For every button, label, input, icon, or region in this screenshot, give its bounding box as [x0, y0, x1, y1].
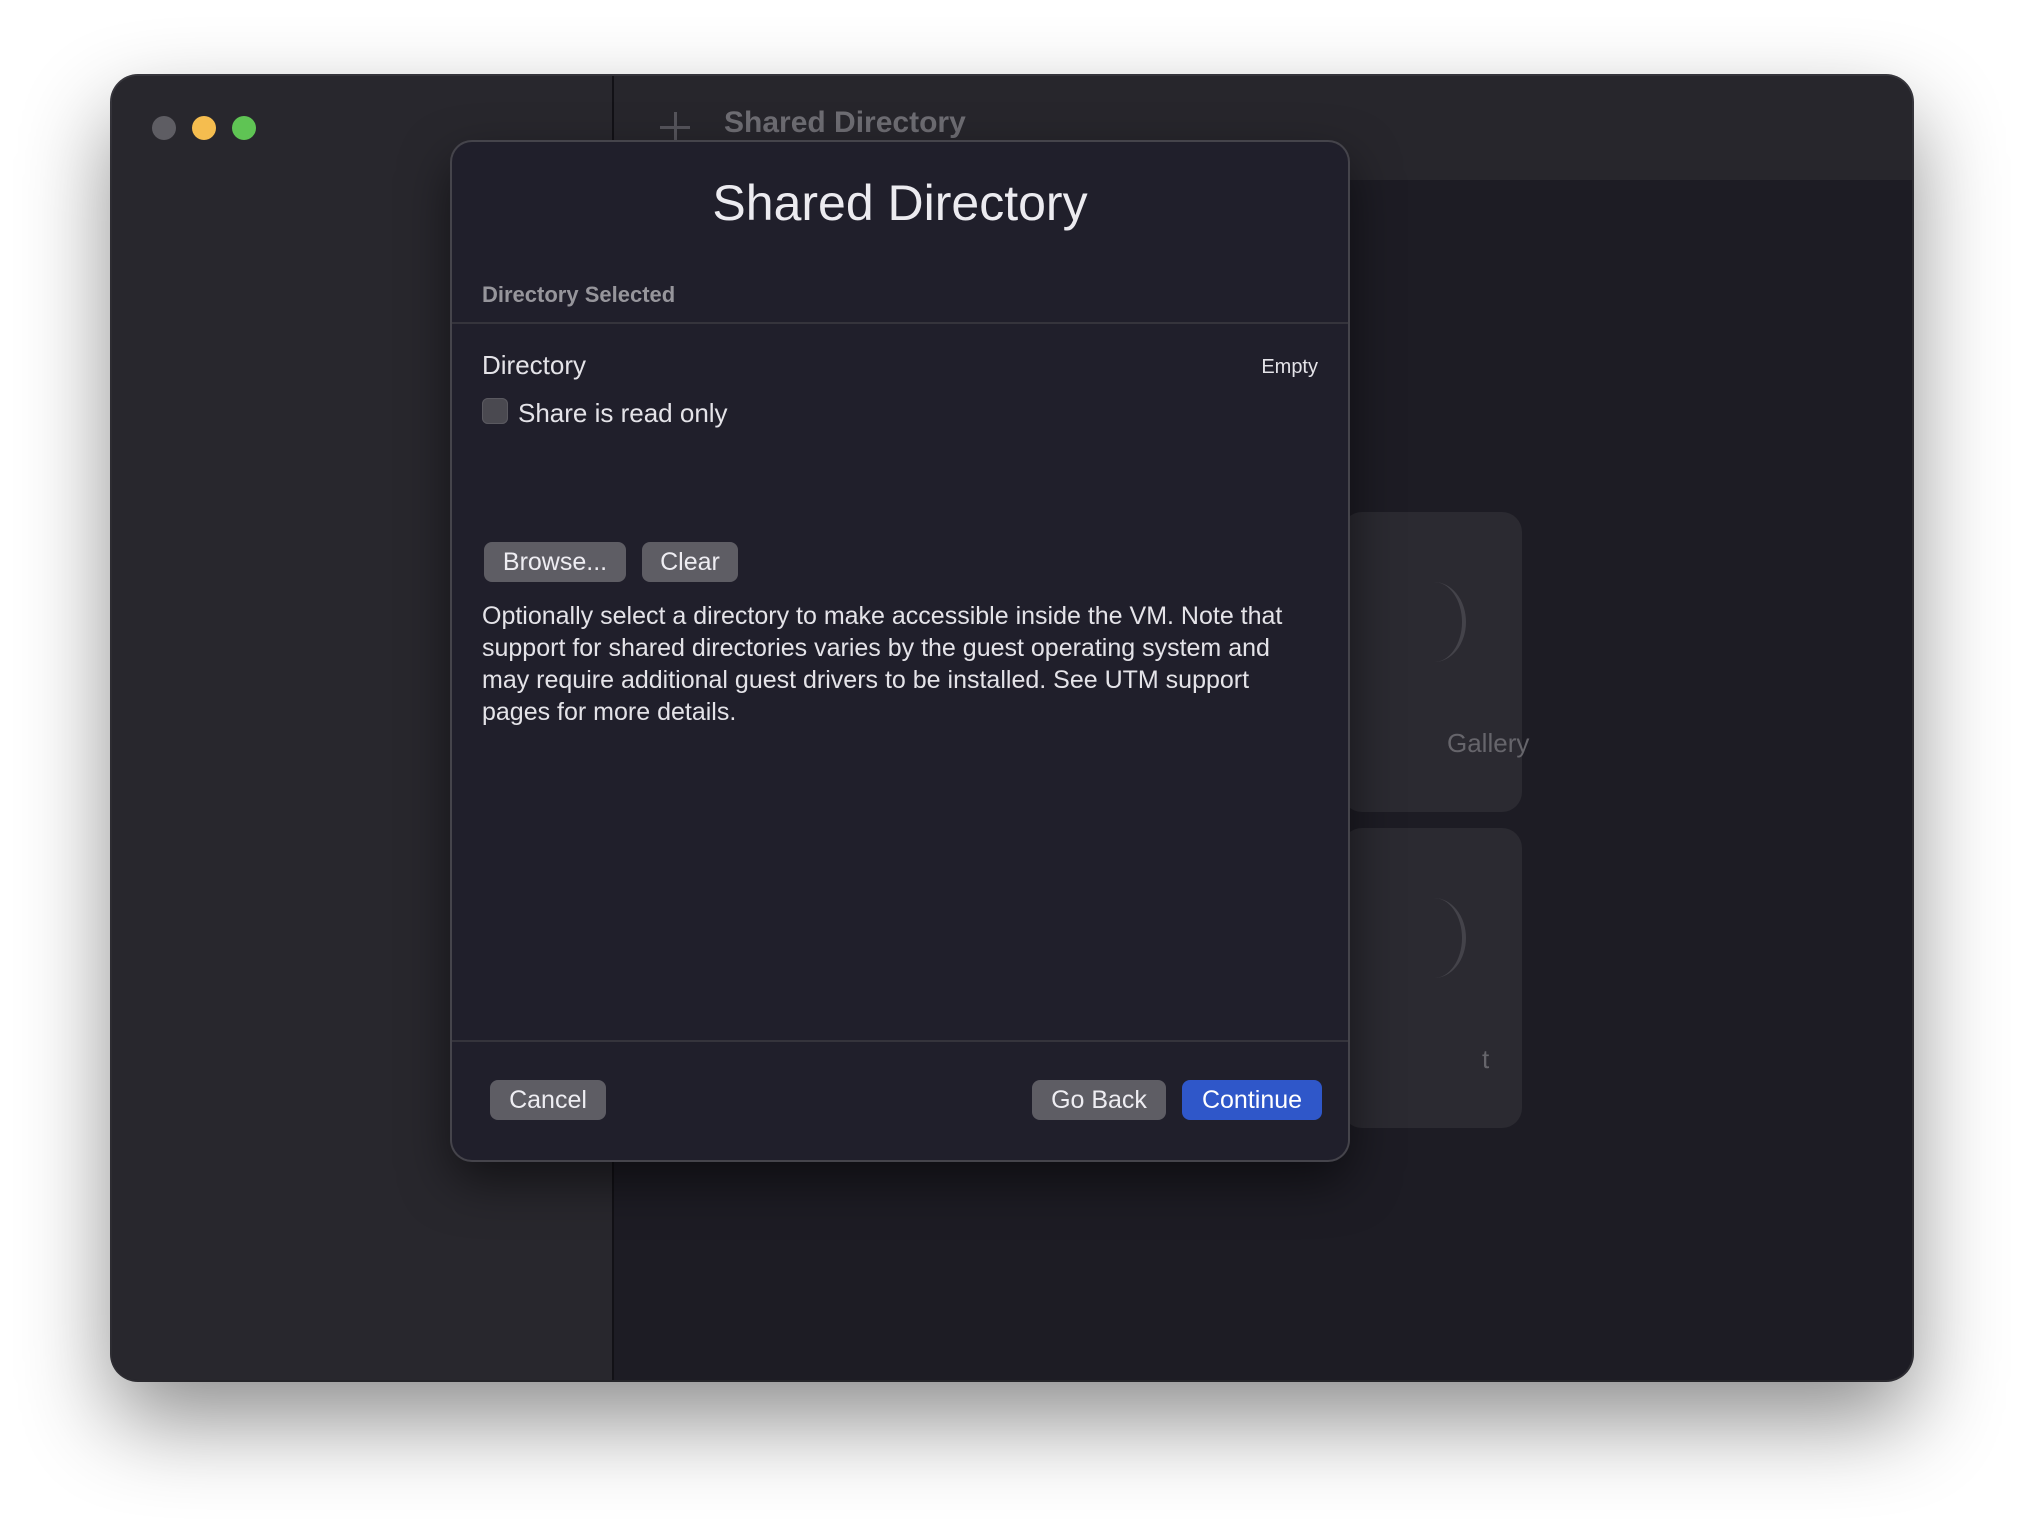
directory-label: Directory	[482, 350, 587, 380]
section-header: Directory Selected	[482, 282, 676, 307]
background-card-label: Gallery	[1447, 728, 1530, 758]
read-only-label[interactable]: Share is read only	[518, 398, 728, 429]
shared-directory-dialog: Shared Directory Directory Selected Dire…	[452, 142, 1348, 1160]
plus-icon[interactable]	[658, 110, 692, 144]
go-back-button[interactable]: Go Back	[1032, 1080, 1166, 1120]
background-card-secondary: t	[1342, 828, 1522, 1128]
divider	[452, 322, 1348, 324]
divider	[452, 1040, 1348, 1042]
directory-value: Empty	[1261, 356, 1318, 378]
window-close-button[interactable]	[152, 116, 176, 140]
window-maximize-button[interactable]	[232, 116, 256, 140]
read-only-checkbox[interactable]	[482, 398, 508, 424]
gallery-icon	[1402, 582, 1466, 662]
browse-button[interactable]: Browse...	[484, 542, 626, 582]
dialog-title: Shared Directory	[712, 175, 1088, 231]
window-minimize-button[interactable]	[192, 116, 216, 140]
clear-button[interactable]: Clear	[642, 542, 738, 582]
description-text: Optionally select a directory to make ac…	[482, 602, 1283, 726]
background-card-label: t	[1482, 1044, 1490, 1074]
cancel-button[interactable]: Cancel	[490, 1080, 606, 1120]
background-card-gallery: Gallery	[1342, 512, 1529, 812]
toolbar-title: Shared Directory	[724, 106, 966, 139]
card-icon	[1402, 898, 1466, 978]
continue-button[interactable]: Continue	[1182, 1080, 1322, 1120]
